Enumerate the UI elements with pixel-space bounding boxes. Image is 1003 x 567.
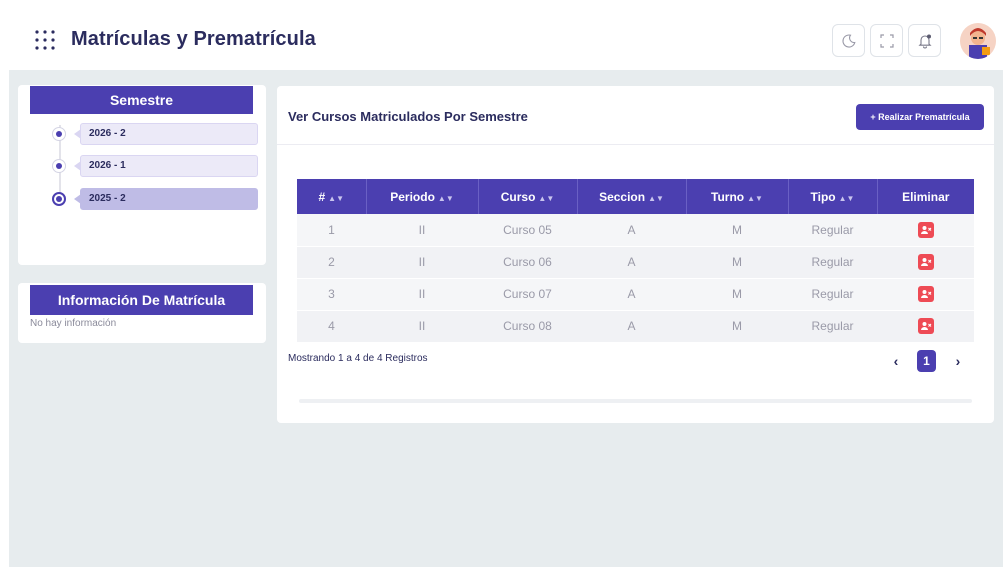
courses-card: Ver Cursos Matriculados Por Semestre + R… [277,86,994,423]
cell-seccion: A [577,310,686,343]
table-row: 2 II Curso 06 A M Regular [297,246,974,279]
sort-icon: ▲▼ [437,193,454,203]
cell-index: 2 [297,246,366,279]
notification-bell-icon [917,34,932,48]
cell-periodo: II [366,214,478,247]
apps-grid-icon[interactable] [33,28,57,52]
records-count-text: Mostrando 1 a 4 de 4 Registros [288,353,428,364]
info-header: Información De Matrícula [30,285,253,315]
sort-icon: ▲▼ [328,193,345,203]
semestre-card: Semestre 2026 - 2 2026 - 1 2025 - 2 [18,85,266,265]
col-header-index[interactable]: # ▲▼ [297,179,367,214]
semester-label: 2026 - 1 [74,155,258,177]
timeline-dot [52,159,66,173]
semester-label: 2026 - 2 [74,123,258,145]
table-row: 4 II Curso 08 A M Regular [297,310,974,343]
col-header-tipo[interactable]: Tipo ▲▼ [788,179,878,214]
info-empty-text: No hay información [30,318,117,329]
delete-user-icon[interactable] [917,286,934,302]
courses-title: Ver Cursos Matriculados Por Semestre [288,109,528,124]
page-title: Matrículas y Prematrícula [71,28,316,50]
col-header-curso[interactable]: Curso ▲▼ [478,179,578,214]
cell-periodo: II [366,278,478,311]
semestre-header: Semestre [30,86,253,114]
table-row: 3 II Curso 07 A M Regular [297,278,974,311]
col-header-eliminar: Eliminar [877,179,974,214]
notifications-button[interactable] [908,24,941,57]
cell-index: 4 [297,310,366,343]
pagination-page-1[interactable]: 1 [917,350,936,372]
col-header-periodo[interactable]: Periodo ▲▼ [366,179,479,214]
fullscreen-icon [879,33,894,48]
table-row: 1 II Curso 05 A M Regular [297,214,974,247]
cell-tipo: Regular [788,246,877,279]
cell-index: 3 [297,278,366,311]
pagination-prev-button[interactable]: ‹ [886,350,906,372]
cell-seccion: A [577,246,686,279]
user-avatar-icon [960,23,996,59]
delete-user-icon[interactable] [917,254,934,270]
info-card: Información De Matrícula No hay informac… [18,283,266,343]
sort-icon: ▲▼ [838,193,855,203]
cell-eliminar [877,278,974,311]
cell-turno: M [686,310,788,343]
timeline-dot [52,127,66,141]
cell-curso: Curso 08 [478,310,577,343]
cell-eliminar [877,214,974,247]
cell-eliminar [877,310,974,343]
cell-seccion: A [577,278,686,311]
cell-periodo: II [366,310,478,343]
sort-icon: ▲▼ [648,193,664,203]
dark-mode-button[interactable] [832,24,865,57]
cell-curso: Curso 07 [478,278,577,311]
cell-tipo: Regular [788,214,877,247]
realizar-prematricula-button[interactable]: + Realizar Prematrícula [856,104,984,130]
col-header-seccion[interactable]: Seccion ▲▼ [577,179,687,214]
semester-item-2025-2[interactable]: 2025 - 2 [52,188,260,210]
fullscreen-button[interactable] [870,24,903,57]
horizontal-scrollbar[interactable] [299,399,972,403]
cell-eliminar [877,246,974,279]
table-header-row: # ▲▼ Periodo ▲▼ Curso ▲▼ Seccion ▲▼ Turno ▲▼ … [297,179,974,214]
cell-curso: Curso 06 [478,246,577,279]
semester-item-2026-2[interactable]: 2026 - 2 [52,123,260,145]
cell-index: 1 [297,214,366,247]
top-header: Matrículas y Prematrícula [9,12,1003,70]
cell-curso: Curso 05 [478,214,577,247]
delete-user-icon[interactable] [917,318,934,334]
semester-label: 2025 - 2 [74,188,258,210]
courses-table: # ▲▼ Periodo ▲▼ Curso ▲▼ Seccion ▲▼ Turno ▲▼ … [297,179,974,343]
cell-turno: M [686,246,788,279]
semester-item-2026-1[interactable]: 2026 - 1 [52,155,260,177]
sort-icon: ▲▼ [538,193,555,203]
moon-icon [841,33,856,48]
divider [277,144,994,145]
cell-turno: M [686,214,788,247]
col-header-turno[interactable]: Turno ▲▼ [686,179,789,214]
cell-periodo: II [366,246,478,279]
cell-tipo: Regular [788,278,877,311]
user-avatar[interactable] [960,23,996,59]
cell-tipo: Regular [788,310,877,343]
timeline-dot-active [52,192,66,206]
sort-icon: ▲▼ [747,193,763,203]
delete-user-icon[interactable] [917,221,934,238]
cell-turno: M [686,278,788,311]
cell-seccion: A [577,214,686,247]
pagination-next-button[interactable]: › [948,350,968,372]
